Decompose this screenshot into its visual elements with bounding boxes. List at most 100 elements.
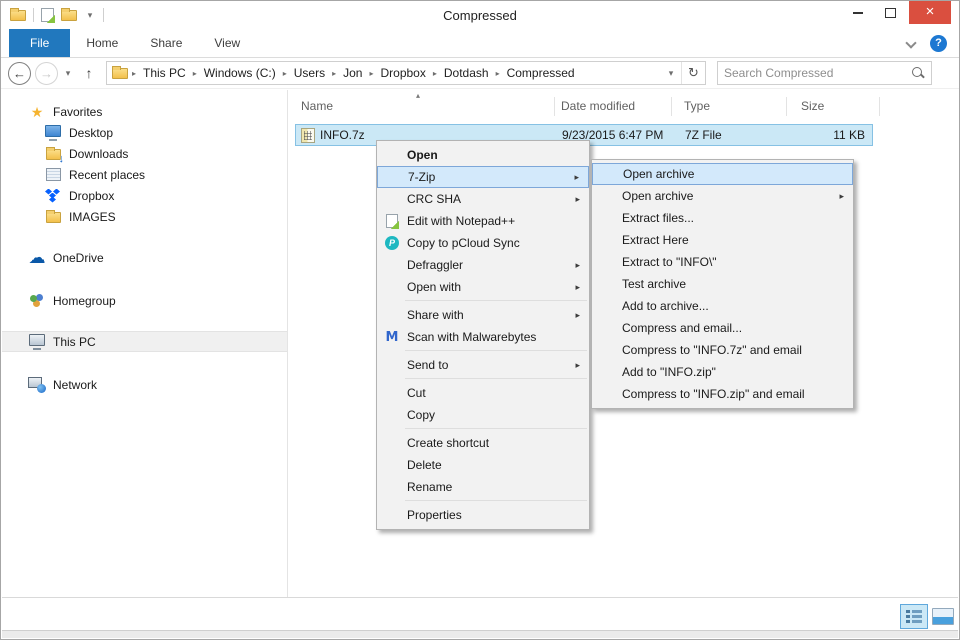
search-box[interactable] <box>717 61 932 85</box>
tab-home[interactable]: Home <box>70 29 134 57</box>
sidebar-item-downloads[interactable]: ↓ Downloads <box>2 143 287 164</box>
menu-item-scan-with-malwarebytes[interactable]: Scan with Malwarebytes <box>377 326 589 348</box>
address-bar[interactable]: This PC Windows (C:) Users Jon Dropbox D… <box>106 61 706 85</box>
breadcrumb-compressed[interactable]: Compressed <box>504 66 578 80</box>
qat-customize-chevron-icon[interactable] <box>84 10 96 21</box>
malwarebytes-icon <box>383 329 401 345</box>
up-button[interactable] <box>78 65 100 81</box>
breadcrumb-dotdash[interactable]: Dotdash <box>441 66 492 80</box>
sidebar-item-label: Favorites <box>53 105 102 119</box>
submenu-item-add-to-zip[interactable]: Add to "INFO.zip" <box>592 361 853 383</box>
sidebar-item-network[interactable]: Network <box>2 374 287 395</box>
search-input[interactable] <box>724 66 911 80</box>
breadcrumb-separator-icon <box>492 69 504 78</box>
submenu-item-open-archive-as[interactable]: Open archive <box>592 185 853 207</box>
breadcrumb-jon[interactable]: Jon <box>340 66 365 80</box>
sidebar-item-desktop[interactable]: Desktop <box>2 122 287 143</box>
column-header-type[interactable]: Type <box>684 99 710 113</box>
recent-locations-chevron-icon[interactable] <box>62 68 74 79</box>
menu-item-cut[interactable]: Cut <box>377 382 589 404</box>
menu-item-properties[interactable]: Properties <box>377 504 589 526</box>
sidebar-item-recent-places[interactable]: Recent places <box>2 164 287 185</box>
help-icon[interactable] <box>930 35 947 52</box>
breadcrumb-windows-c[interactable]: Windows (C:) <box>201 66 279 80</box>
submenu-item-compress-zip-and-email[interactable]: Compress to "INFO.zip" and email <box>592 383 853 405</box>
column-divider[interactable] <box>554 97 555 116</box>
breadcrumb-this-pc[interactable]: This PC <box>140 66 189 80</box>
tab-share[interactable]: Share <box>134 29 198 57</box>
submenu-item-extract-to-info[interactable]: Extract to "INFO\" <box>592 251 853 273</box>
properties-icon[interactable] <box>41 8 54 22</box>
divider <box>33 8 34 22</box>
breadcrumb-folder-icon <box>112 68 128 79</box>
menu-item-share-with[interactable]: Share with <box>377 304 589 326</box>
sidebar-item-favorites[interactable]: Favorites <box>2 101 287 122</box>
submenu-item-compress-and-email[interactable]: Compress and email... <box>592 317 853 339</box>
back-button[interactable] <box>8 62 31 85</box>
recent-places-icon <box>44 167 62 183</box>
sidebar-item-dropbox[interactable]: Dropbox <box>2 185 287 206</box>
search-icon[interactable] <box>911 66 925 80</box>
7zip-submenu: Open archive Open archive Extract files.… <box>591 159 854 409</box>
this-pc-icon <box>28 334 46 350</box>
ribbon-tab-bar: File Home Share View <box>1 29 959 58</box>
column-divider[interactable] <box>786 97 787 116</box>
divider <box>103 8 104 22</box>
breadcrumb-separator-icon <box>328 69 340 78</box>
refresh-icon[interactable] <box>681 62 705 84</box>
submenu-item-extract-files[interactable]: Extract files... <box>592 207 853 229</box>
large-icons-view-toggle[interactable] <box>932 608 954 625</box>
submenu-item-test-archive[interactable]: Test archive <box>592 273 853 295</box>
submenu-arrow-icon <box>839 191 844 202</box>
submenu-item-add-to-archive[interactable]: Add to archive... <box>592 295 853 317</box>
minimize-ribbon-chevron-icon[interactable] <box>906 39 914 47</box>
tab-view[interactable]: View <box>198 29 256 57</box>
new-folder-icon[interactable] <box>61 10 77 21</box>
menu-item-copy[interactable]: Copy <box>377 404 589 426</box>
sidebar-item-images[interactable]: IMAGES <box>2 206 287 227</box>
details-view-toggle[interactable] <box>900 604 928 629</box>
submenu-item-compress-7z-and-email[interactable]: Compress to "INFO.7z" and email <box>592 339 853 361</box>
sidebar-item-onedrive[interactable]: OneDrive <box>2 247 287 268</box>
ribbon-right-controls <box>906 29 959 57</box>
file-type: 7Z File <box>685 128 722 142</box>
column-divider[interactable] <box>879 97 880 116</box>
column-divider[interactable] <box>671 97 672 116</box>
window-frame-bottom <box>2 630 958 638</box>
menu-item-rename[interactable]: Rename <box>377 476 589 498</box>
sidebar-item-label: IMAGES <box>69 210 116 224</box>
submenu-arrow-icon <box>575 194 580 205</box>
menu-item-defraggler[interactable]: Defraggler <box>377 254 589 276</box>
sidebar-item-label: Dropbox <box>69 189 114 203</box>
close-button[interactable] <box>909 1 951 24</box>
tab-file[interactable]: File <box>9 29 70 57</box>
sidebar-item-homegroup[interactable]: Homegroup <box>2 290 287 311</box>
menu-item-create-shortcut[interactable]: Create shortcut <box>377 432 589 454</box>
column-header-size[interactable]: Size <box>801 99 824 113</box>
menu-item-send-to[interactable]: Send to <box>377 354 589 376</box>
menu-item-crc-sha[interactable]: CRC SHA <box>377 188 589 210</box>
address-toolbar: This PC Windows (C:) Users Jon Dropbox D… <box>1 58 959 89</box>
column-header-date-modified[interactable]: Date modified <box>561 99 635 113</box>
forward-button[interactable] <box>35 62 58 85</box>
menu-item-edit-with-notepad[interactable]: Edit with Notepad++ <box>377 210 589 232</box>
menu-item-delete[interactable]: Delete <box>377 454 589 476</box>
menu-item-copy-to-pcloud[interactable]: Copy to pCloud Sync <box>377 232 589 254</box>
maximize-button[interactable] <box>876 1 905 24</box>
menu-item-open-with[interactable]: Open with <box>377 276 589 298</box>
pcloud-icon <box>383 235 401 251</box>
submenu-arrow-icon <box>575 310 580 321</box>
notepad-plus-plus-icon <box>383 213 401 229</box>
minimize-button[interactable] <box>843 1 872 24</box>
menu-item-open[interactable]: Open <box>377 144 589 166</box>
sidebar-item-label: Homegroup <box>53 294 116 308</box>
sidebar-item-this-pc[interactable]: This PC <box>2 331 287 352</box>
address-dropdown-chevron-icon[interactable] <box>661 68 681 79</box>
submenu-item-extract-here[interactable]: Extract Here <box>592 229 853 251</box>
menu-item-7zip[interactable]: 7-Zip <box>377 166 589 188</box>
breadcrumb-users[interactable]: Users <box>291 66 328 80</box>
menu-separator <box>405 428 587 429</box>
breadcrumb-dropbox[interactable]: Dropbox <box>377 66 428 80</box>
column-header-name[interactable]: Name <box>301 99 333 113</box>
submenu-item-open-archive[interactable]: Open archive <box>592 163 853 185</box>
